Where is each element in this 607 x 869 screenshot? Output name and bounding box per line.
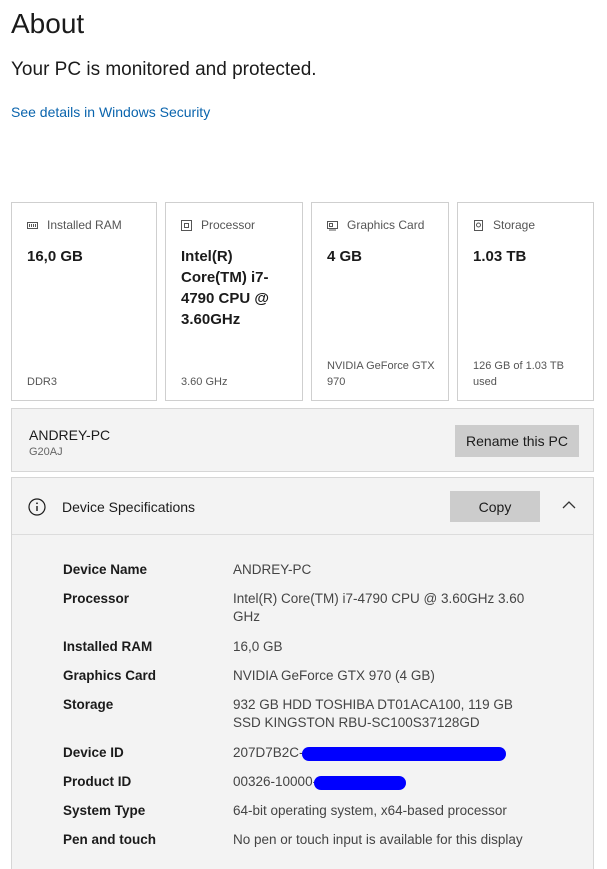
spec-key: Installed RAM bbox=[63, 639, 153, 654]
spec-value: NVIDIA GeForce GTX 970 (4 GB) bbox=[233, 668, 435, 683]
spec-key: Device Name bbox=[63, 562, 148, 577]
card-subtext: NVIDIA GeForce GTX 970 bbox=[327, 360, 435, 388]
spec-key: Processor bbox=[63, 591, 130, 606]
spec-key: System Type bbox=[63, 803, 146, 818]
card-label: Storage bbox=[493, 218, 536, 232]
card-value: 1.03 TB bbox=[473, 248, 527, 265]
card-subtext: DDR3 bbox=[27, 376, 57, 388]
spec-value: ANDREY-PC bbox=[233, 562, 312, 577]
copy-button[interactable]: Copy bbox=[450, 491, 540, 522]
redaction-mark bbox=[314, 776, 406, 790]
card-subtext: 126 GB of 1.03 TB used bbox=[473, 360, 564, 388]
rename-pc-button[interactable]: Rename this PC bbox=[455, 425, 579, 457]
card-label: Graphics Card bbox=[347, 218, 425, 232]
card-graphics: Graphics Card 4 GB NVIDIA GeForce GTX 97… bbox=[311, 202, 449, 401]
hardware-summary-cards: Installed RAM 16,0 GB DDR3 Processor Int… bbox=[11, 202, 594, 401]
card-label: Installed RAM bbox=[47, 218, 122, 232]
card-installed-ram: Installed RAM 16,0 GB DDR3 bbox=[11, 202, 157, 401]
spec-key: Graphics Card bbox=[63, 668, 157, 683]
device-specifications-panel: Device Specifications Copy Device Name A… bbox=[11, 477, 594, 869]
spec-key: Device ID bbox=[63, 745, 124, 760]
spec-value: 932 GB HDD TOSHIBA DT01ACA100, 119 GB SS… bbox=[233, 697, 513, 730]
graphics-card-icon bbox=[327, 220, 338, 230]
card-label: Processor bbox=[201, 218, 256, 232]
device-specifications-header[interactable]: Device Specifications Copy bbox=[12, 478, 593, 535]
spec-value: Intel(R) Core(TM) i7-4790 CPU @ 3.60GHz … bbox=[233, 591, 525, 624]
spec-key: Pen and touch bbox=[63, 832, 157, 847]
pc-model: G20AJ bbox=[29, 446, 63, 458]
processor-icon bbox=[181, 219, 192, 231]
spec-value: 16,0 GB bbox=[233, 639, 283, 654]
storage-icon bbox=[474, 219, 483, 231]
spec-value: 64-bit operating system, x64-based proce… bbox=[233, 803, 507, 818]
card-value: 4 GB bbox=[327, 248, 363, 265]
spec-value: No pen or touch input is available for t… bbox=[233, 832, 523, 847]
info-icon bbox=[28, 498, 46, 516]
page-title: About bbox=[11, 8, 85, 39]
windows-security-link[interactable]: See details in Windows Security bbox=[11, 104, 210, 120]
redaction-mark bbox=[302, 747, 506, 761]
pc-name: ANDREY-PC bbox=[29, 427, 111, 443]
chevron-up-icon[interactable] bbox=[561, 499, 577, 511]
device-specifications-title: Device Specifications bbox=[62, 499, 196, 515]
spec-key: Storage bbox=[63, 697, 114, 712]
ram-icon bbox=[27, 221, 38, 229]
protection-status: Your PC is monitored and protected. bbox=[11, 59, 317, 80]
card-subtext: 3.60 GHz bbox=[181, 376, 228, 388]
card-storage: Storage 1.03 TB 126 GB of 1.03 TB used bbox=[457, 202, 594, 401]
card-processor: Processor Intel(R) Core(TM) i7-4790 CPU … bbox=[165, 202, 303, 401]
spec-key: Product ID bbox=[63, 774, 132, 789]
pc-name-panel: ANDREY-PC G20AJ Rename this PC bbox=[11, 408, 594, 472]
card-value: 16,0 GB bbox=[27, 248, 83, 265]
card-value: Intel(R) Core(TM) i7-4790 CPU @ 3.60GHz bbox=[181, 248, 270, 328]
